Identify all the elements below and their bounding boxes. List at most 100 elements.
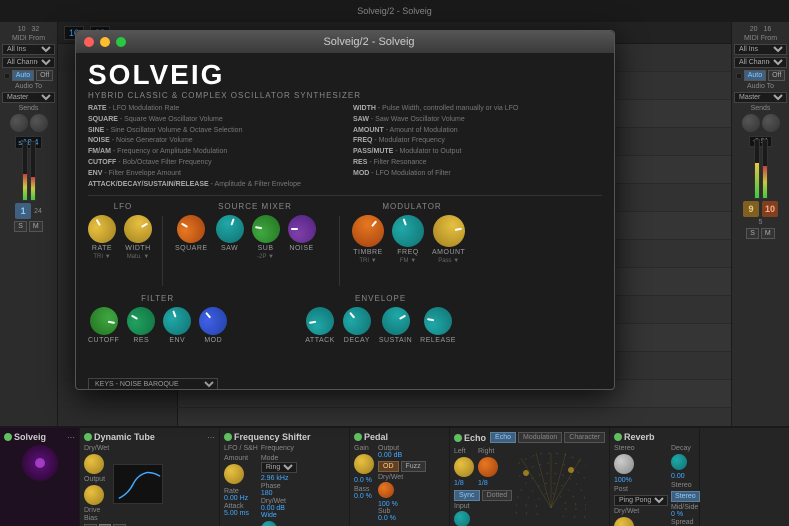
left-m-btn[interactable]: M (29, 221, 43, 232)
close-button[interactable] (84, 37, 94, 47)
right-track-detail: 5 (759, 219, 763, 226)
envelope-knobs: ATTACK DECAY SUSTAIN (305, 307, 456, 344)
right-monitor-auto-btn[interactable]: Auto (744, 70, 766, 81)
saw-knob-label: SAW (221, 245, 238, 252)
modulator-knobs: TIMBRE TRI ▼ FREQ FM ▼ AMO (352, 215, 472, 264)
echo-visualization (516, 448, 586, 518)
timbre-knob[interactable] (352, 215, 384, 247)
echo-left-controls: Left 1/8 Right 1/8 Sync Dotted Input (454, 448, 512, 526)
decay-knob[interactable] (343, 307, 371, 335)
mod-filter-knob[interactable] (199, 307, 227, 335)
attack-knob[interactable] (306, 307, 334, 335)
filter-label: FILTER (88, 294, 227, 303)
dynamic-tube-options[interactable]: ⋯ (207, 433, 215, 442)
left-track-number[interactable]: 1 (15, 203, 31, 219)
res-knob-label: RES (133, 337, 149, 344)
rate-knob[interactable] (88, 215, 116, 243)
reverb-decay-knob[interactable] (671, 454, 687, 470)
dotted-btn-echo[interactable]: Dotted (482, 490, 513, 501)
freq-shifter-title-bar: Frequency Shifter (224, 432, 345, 442)
maximize-button[interactable] (116, 37, 126, 47)
fs-wide-knob[interactable] (261, 521, 277, 526)
decay-knob-label: DECAY (344, 337, 370, 344)
left-send-knob-2[interactable] (30, 114, 48, 132)
left-label-echo: Left (454, 448, 474, 455)
sync-btn-echo[interactable]: Sync (454, 490, 480, 501)
saw-knob-value (229, 254, 231, 260)
env-filter-knob[interactable] (163, 307, 191, 335)
effect-reverb: Reverb Stereo 100% Post Ping Pong Dry/We… (610, 428, 700, 526)
sustain-knob[interactable] (382, 307, 410, 335)
source-mixer-section: SOURCE MIXER SQUARE SAW (175, 202, 335, 260)
right-s-btn[interactable]: S (746, 228, 759, 239)
echo-tab-echo[interactable]: Echo (490, 432, 516, 443)
right-midi-from-label: MIDI From (734, 35, 787, 42)
sub-knob[interactable] (252, 215, 280, 243)
left-s-btn[interactable]: S (14, 221, 27, 232)
left-audio-to-select[interactable]: Master (2, 92, 55, 103)
right-midi-from-select[interactable]: All Ins (734, 44, 787, 55)
noise-knob[interactable] (288, 215, 316, 243)
cutoff-knob[interactable] (90, 307, 118, 335)
fuzz-btn[interactable]: Fuzz (401, 461, 426, 472)
dt-drywet-knob[interactable] (84, 454, 104, 474)
solveig-main-display[interactable] (22, 445, 58, 481)
right-m-btn[interactable]: M (761, 228, 775, 239)
od-btn[interactable]: OD (378, 461, 399, 472)
reverb-type-select[interactable]: Ping Pong (614, 495, 668, 506)
right-send-knob-2[interactable] (762, 114, 780, 132)
fs-mode-select[interactable]: Ring (261, 462, 297, 473)
right-send-knob-1[interactable] (742, 114, 760, 132)
left-midi-from-select[interactable]: All Ins (2, 44, 55, 55)
pedal-gain-knob[interactable] (354, 454, 374, 474)
desc-amount: AMOUNT - Amount of Modulation (353, 126, 602, 136)
left-monitor-led (4, 73, 10, 79)
right-channel-select[interactable]: All Channels (734, 57, 787, 68)
amount-knob[interactable] (433, 215, 465, 247)
freq-shifter-power-led (224, 433, 232, 441)
right-audio-to-select[interactable]: Master (734, 92, 787, 103)
echo-tab-character[interactable]: Character (564, 432, 605, 443)
lfo-label: LFO (88, 202, 158, 211)
timbre-knob-container: TIMBRE TRI ▼ (352, 215, 384, 264)
echo-input-knob[interactable] (454, 511, 470, 526)
drywet-label-fs: Dry/Wet (261, 498, 297, 505)
stereo-btn-reverb[interactable]: Stereo (671, 491, 700, 502)
right-monitor-off-btn[interactable]: Off (768, 70, 785, 81)
fs-amount-knob[interactable] (224, 464, 244, 484)
saw-knob[interactable] (216, 215, 244, 243)
left-channel-select[interactable]: All Channels (2, 57, 55, 68)
plugin-name: SOLVEIG (88, 61, 602, 89)
right-track-number-10[interactable]: 10 (762, 201, 778, 217)
sub-knob-container: SUB -2P ▼ (252, 215, 280, 260)
solveig-options-icon[interactable]: ⋯ (67, 433, 75, 442)
echo-left-knob[interactable] (454, 457, 474, 477)
res-knob[interactable] (127, 307, 155, 335)
freq-knob[interactable] (392, 215, 424, 247)
reverb-drywet-knob[interactable] (614, 517, 634, 526)
freq-shifter-right: Frequency Mode Ring 2.96 kHz Phase 180 D… (261, 445, 297, 526)
minimize-button[interactable] (100, 37, 110, 47)
reverb-decay-val: 0.00 (671, 473, 700, 480)
pedal-title-bar: Pedal (354, 432, 445, 442)
echo-tab-modulation[interactable]: Modulation (518, 432, 562, 443)
pedal-right-col: Output 0.00 dB OD Fuzz Dry/Wet 100 % Sub… (378, 445, 426, 522)
freq-value-fs: 2.96 kHz (261, 475, 297, 482)
width-knob[interactable] (124, 215, 152, 243)
saw-knob-container: SAW (216, 215, 244, 260)
release-knob[interactable] (424, 307, 452, 335)
filter-knobs: CUTOFF RES ENV (88, 307, 227, 344)
square-knob[interactable] (177, 215, 205, 243)
echo-right-knob[interactable] (478, 457, 498, 477)
left-monitor-auto-btn[interactable]: Auto (12, 70, 34, 81)
dt-output-knob[interactable] (84, 485, 104, 505)
pedal-drywet-knob[interactable] (378, 482, 394, 498)
dynamic-tube-controls: Dry/Wet Output Drive Bias (84, 445, 215, 522)
left-send-knob-1[interactable] (10, 114, 28, 132)
freq-shifter-title: Frequency Shifter (234, 432, 311, 442)
right-track-number-9[interactable]: 9 (743, 201, 759, 217)
preset-select[interactable]: KEYS - NOISE BAROQUE (88, 378, 218, 389)
desc-passmute: PASS/MUTE - Modulator to Output (353, 147, 602, 157)
left-monitor-off-btn[interactable]: Off (36, 70, 53, 81)
reverb-stereo-knob[interactable] (614, 454, 634, 474)
